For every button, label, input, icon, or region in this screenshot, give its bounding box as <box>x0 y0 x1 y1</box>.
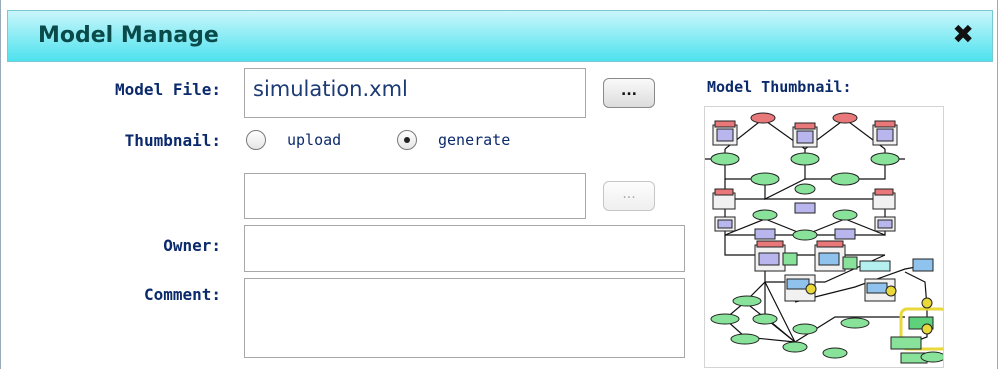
generate-radio[interactable] <box>397 130 417 150</box>
model-file-label: Model File: <box>115 80 221 99</box>
upload-radio[interactable] <box>246 130 266 150</box>
owner-label: Owner: <box>163 236 221 255</box>
model-manage-dialog: Model Manage ✖ Model File: simulation.xm… <box>0 0 998 369</box>
comment-field[interactable] <box>244 278 685 358</box>
model-thumbnail-image <box>704 106 944 368</box>
thumbnail-browse-button[interactable]: ... <box>603 181 655 211</box>
network-diagram-thumbnail <box>705 112 943 364</box>
owner-field[interactable] <box>244 225 685 272</box>
model-file-value: simulation.xml <box>253 77 408 101</box>
dialog-title-bar[interactable]: Model Manage ✖ <box>7 10 993 62</box>
model-thumbnail-label: Model Thumbnail: <box>707 78 852 96</box>
thumbnail-label: Thumbnail: <box>124 131 221 150</box>
close-icon[interactable]: ✖ <box>952 20 974 50</box>
radio-selected-dot <box>404 137 410 143</box>
thumbnail-file-field[interactable] <box>244 173 586 219</box>
generate-radio-label[interactable]: generate <box>438 131 510 149</box>
dialog-title: Model Manage <box>38 23 219 48</box>
upload-radio-label[interactable]: upload <box>287 131 341 149</box>
model-file-browse-button[interactable]: ... <box>603 78 655 108</box>
comment-label: Comment: <box>143 285 221 304</box>
model-file-field[interactable]: simulation.xml <box>244 68 586 118</box>
